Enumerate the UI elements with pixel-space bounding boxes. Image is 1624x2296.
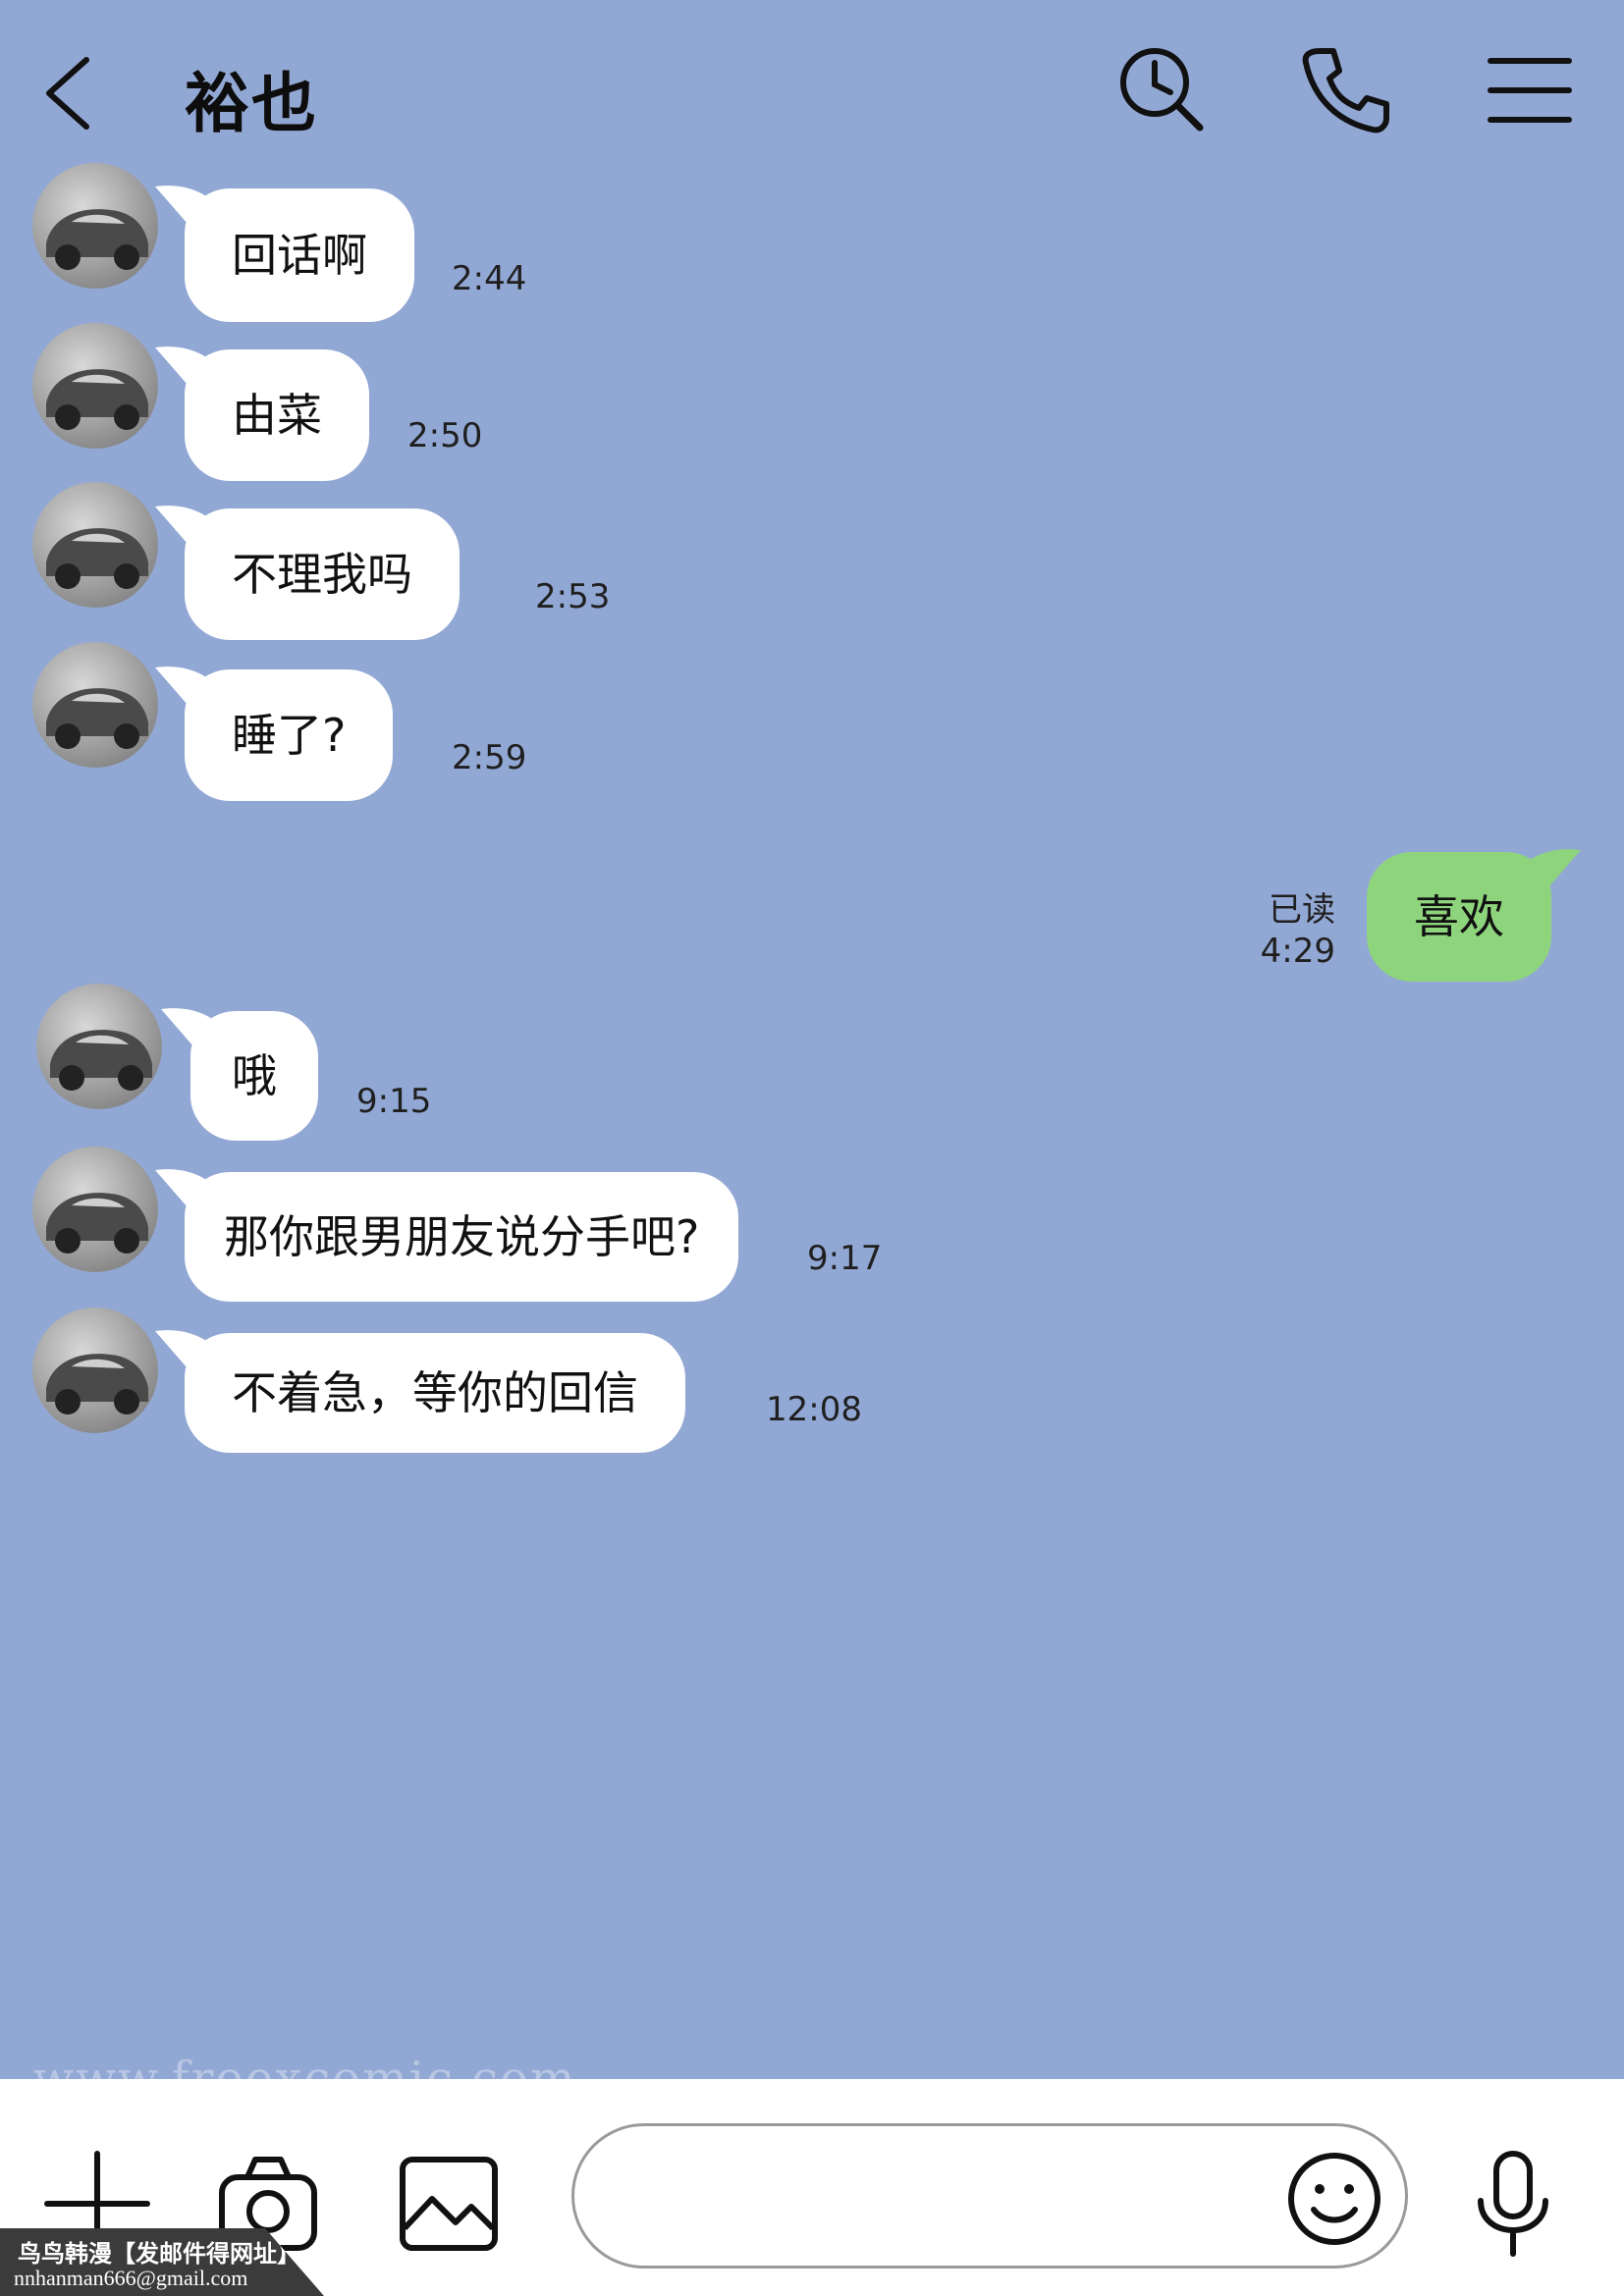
message-time: 2:59 [452,738,527,777]
back-icon[interactable] [39,54,98,133]
chat-title: 裕也 [185,66,318,141]
avatar[interactable] [32,323,158,449]
message-time: 4:29 [1260,932,1335,971]
watermark-email: nnhanman666@gmail.com [14,2266,248,2290]
message-text: 不着急，等你的回信 [232,1366,638,1419]
chat-header: 裕也 [0,0,1624,167]
message-text: 喜欢 [1414,890,1504,943]
incoming-message[interactable]: 那你跟男朋友说分手吧? [155,1169,739,1302]
search-history-icon[interactable] [1115,43,1210,137]
incoming-message[interactable]: 哦 [161,1008,318,1141]
avatar[interactable] [32,1308,158,1433]
message-text: 回话啊 [232,229,367,282]
message-text: 由菜 [232,389,322,442]
incoming-message[interactable]: 回话啊 [155,186,414,322]
message-time: 2:50 [407,416,483,455]
menu-icon[interactable] [1483,43,1577,137]
watermark-title: 鸟鸟韩漫【发邮件得网址】 [18,2239,300,2268]
message-time: 9:15 [356,1082,432,1121]
message-time: 2:44 [452,259,527,298]
incoming-message[interactable]: 不着急，等你的回信 [155,1330,685,1453]
microphone-icon[interactable] [1459,2145,1567,2263]
read-status: 已读 [1269,890,1335,930]
message-text: 那你跟男朋友说分手吧? [224,1210,700,1263]
avatar[interactable] [36,984,162,1109]
message-text: 睡了? [232,709,347,762]
avatar[interactable] [32,1147,158,1272]
message-time: 2:53 [535,577,611,616]
image-icon[interactable] [395,2150,503,2258]
incoming-message[interactable]: 由菜 [155,347,369,481]
message-time: 9:17 [807,1239,883,1278]
avatar[interactable] [32,482,158,608]
incoming-message[interactable]: 睡了? [155,667,394,801]
message-text: 不理我吗 [232,548,412,601]
avatar[interactable] [32,642,158,768]
message-time: 12:08 [766,1390,862,1429]
emoji-icon[interactable] [1280,2145,1388,2253]
read-receipt: 已读 4:29 [1227,889,1335,972]
message-text: 哦 [232,1049,277,1102]
avatar[interactable] [32,163,158,289]
outgoing-message[interactable]: 喜欢 [1367,849,1581,982]
incoming-message[interactable]: 不理我吗 [155,506,460,640]
phone-icon[interactable] [1298,43,1392,137]
